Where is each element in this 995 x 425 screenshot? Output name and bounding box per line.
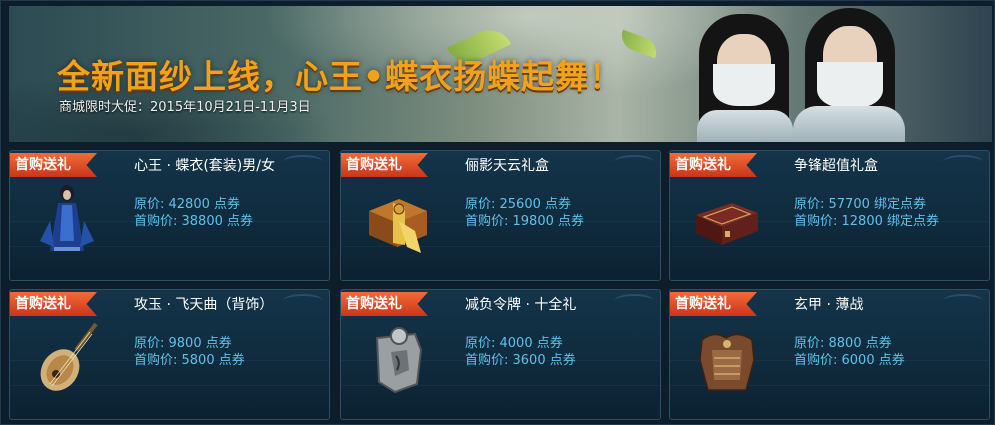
cloud-ornament: [943, 294, 983, 308]
item-name: 攻玉 · 飞天曲（背饰）: [134, 297, 274, 313]
first-buy-gift-tag: 首购送礼: [10, 153, 97, 177]
male-character: [789, 6, 909, 142]
first-buy-price: 首购价: 5800 点券: [134, 353, 245, 368]
first-buy-gift-tag: 首购送礼: [341, 153, 428, 177]
first-buy-gift-tag: 首购送礼: [670, 153, 757, 177]
item-card[interactable]: 首购送礼 心王 · 蝶衣(套装)男/女 原价: 42800 点券 首购价: 38…: [9, 150, 330, 281]
first-buy-gift-tag: 首购送礼: [341, 292, 428, 316]
cloud-ornament: [283, 294, 323, 308]
first-buy-price: 首购价: 6000 点券: [794, 353, 905, 368]
pipa-icon[interactable]: [32, 320, 102, 394]
female-character: [689, 6, 799, 142]
first-buy-price: 首购价: 3600 点券: [465, 353, 576, 368]
banner-subtitle: 商城限时大促：2015年10月21日-11月3日: [59, 100, 311, 115]
item-grid: 首购送礼 心王 · 蝶衣(套装)男/女 原价: 42800 点券 首购价: 38…: [9, 150, 992, 425]
gift-box-icon[interactable]: [363, 181, 433, 255]
first-buy-price: 首购价: 12800 绑定点券: [794, 214, 939, 229]
first-buy-gift-tag: 首购送礼: [10, 292, 97, 316]
item-name: 争锋超值礼盒: [794, 158, 878, 174]
cloud-ornament: [614, 155, 654, 169]
token-icon[interactable]: [363, 320, 433, 394]
costume-figure-icon[interactable]: [32, 181, 102, 255]
armor-icon[interactable]: [692, 320, 762, 394]
item-card[interactable]: 首购送礼 俪影天云礼盒 原价: 25600 点券 首购价: 19800 点券: [340, 150, 661, 281]
item-name: 俪影天云礼盒: [465, 158, 549, 174]
first-buy-gift-tag: 首购送礼: [670, 292, 757, 316]
item-card[interactable]: 首购送礼 减负令牌 · 十全礼 原价: 4000 点券 首购价: 3600 点券: [340, 289, 661, 420]
item-name: 玄甲 · 薄战: [794, 297, 864, 313]
cloud-ornament: [943, 155, 983, 169]
item-name: 心王 · 蝶衣(套装)男/女: [134, 158, 275, 174]
first-buy-price: 首购价: 19800 点券: [465, 214, 584, 229]
first-buy-price: 首购价: 38800 点券: [134, 214, 253, 229]
item-card[interactable]: 首购送礼 攻玉 · 飞天曲（背饰） 原价: 9800 点券 首购价: 5800 …: [9, 289, 330, 420]
shop-frame: 全新面纱上线，心王•蝶衣扬蝶起舞！ 商城限时大促：2015年10月21日-11月…: [0, 0, 995, 425]
chest-icon[interactable]: [692, 181, 762, 255]
item-card[interactable]: 首购送礼 玄甲 · 薄战 原价: 8800 点券 首购价: 6000 点券: [669, 289, 990, 420]
item-card[interactable]: 首购送礼 争锋超值礼盒 原价: 57700 绑定点券 首购价: 12800 绑定…: [669, 150, 990, 281]
cloud-ornament: [614, 294, 654, 308]
promo-banner[interactable]: 全新面纱上线，心王•蝶衣扬蝶起舞！ 商城限时大促：2015年10月21日-11月…: [9, 6, 992, 142]
banner-title: 全新面纱上线，心王•蝶衣扬蝶起舞！: [57, 57, 624, 96]
cloud-ornament: [283, 155, 323, 169]
item-name: 减负令牌 · 十全礼: [465, 297, 577, 313]
